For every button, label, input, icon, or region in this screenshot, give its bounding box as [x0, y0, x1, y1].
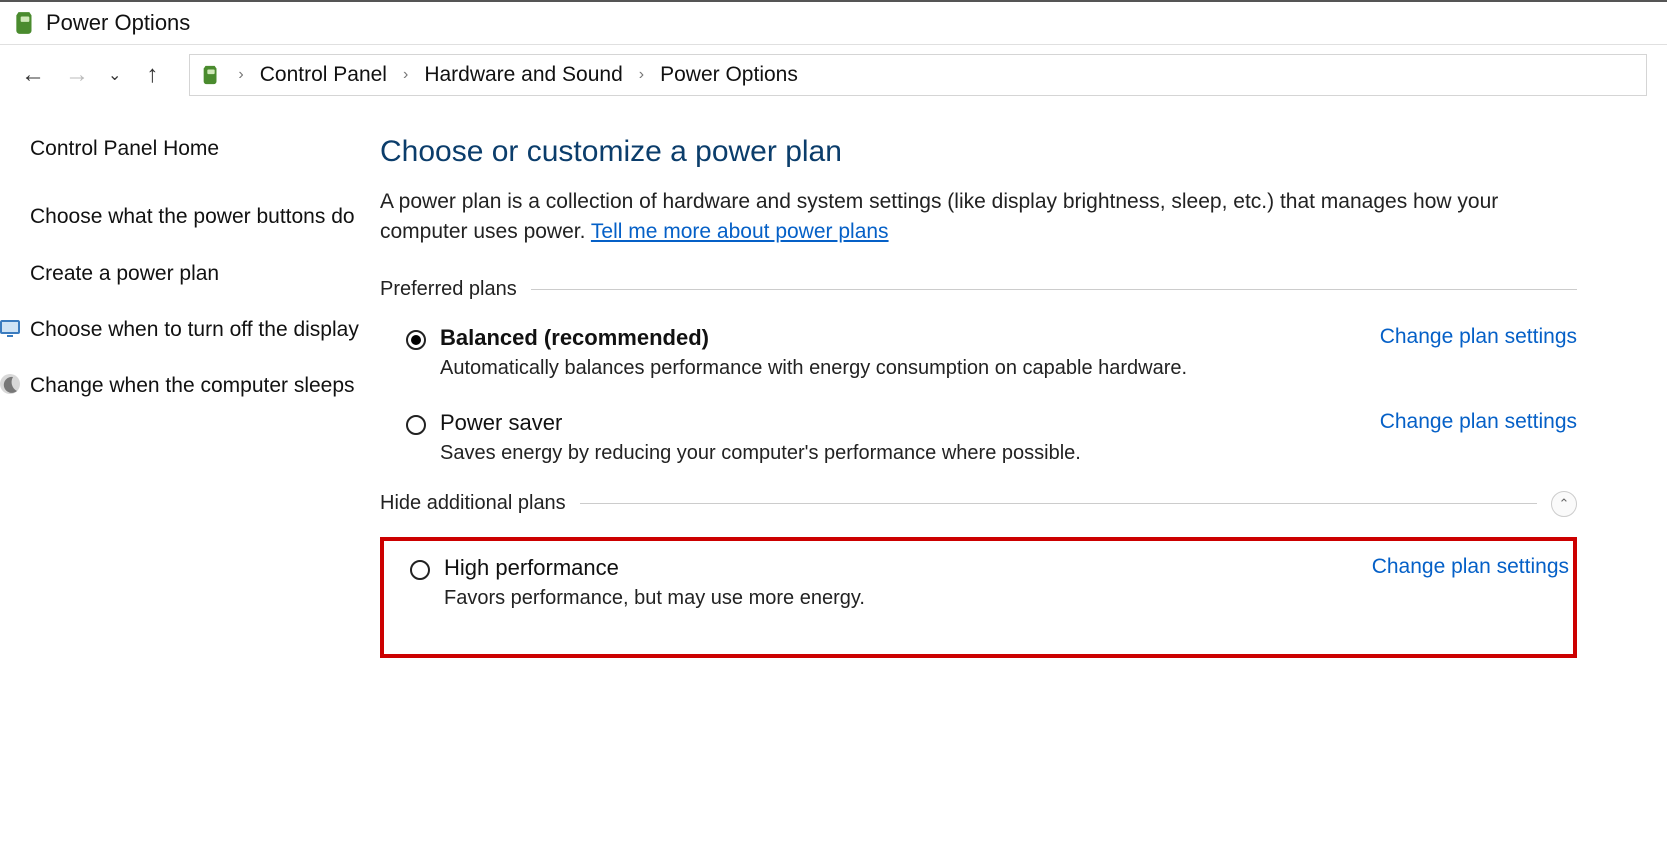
moon-icon — [0, 372, 22, 396]
chevron-right-icon: › — [403, 66, 408, 84]
sidebar-item-label: Choose when to turn off the display — [30, 316, 359, 344]
titlebar: Power Options — [0, 0, 1667, 45]
description-text: A power plan is a collection of hardware… — [380, 190, 1498, 243]
section-label: Hide additional plans — [380, 492, 566, 515]
power-options-icon — [12, 10, 38, 36]
sidebar-item-label: Change when the computer sleeps — [30, 372, 355, 400]
additional-plans-header: Hide additional plans ⌃ — [380, 491, 1577, 517]
plan-description: Automatically balances performance with … — [440, 357, 1360, 380]
radio-power-saver[interactable] — [406, 415, 426, 435]
nav-back-button[interactable]: ← — [20, 61, 46, 89]
nav-history-dropdown[interactable]: ⌄ — [108, 65, 121, 85]
window-title: Power Options — [46, 10, 190, 36]
chevron-right-icon: › — [238, 66, 243, 84]
sidebar-home-link[interactable]: Control Panel Home — [30, 135, 360, 163]
radio-high-performance[interactable] — [410, 560, 430, 580]
sidebar-link-display-off[interactable]: Choose when to turn off the display — [0, 316, 360, 344]
radio-balanced[interactable] — [406, 330, 426, 350]
change-plan-link[interactable]: Change plan settings — [1380, 325, 1577, 349]
breadcrumb-item[interactable]: Power Options — [656, 63, 802, 87]
divider — [531, 289, 1577, 290]
breadcrumb-bar[interactable]: › Control Panel › Hardware and Sound › P… — [189, 54, 1647, 96]
plan-title: Balanced (recommended) — [440, 325, 1360, 351]
plan-power-saver: Power saver Saves energy by reducing you… — [380, 406, 1577, 491]
plan-high-performance: High performance Favors performance, but… — [388, 551, 1569, 614]
change-plan-link[interactable]: Change plan settings — [1380, 410, 1577, 434]
nav-up-button[interactable]: ↑ — [139, 61, 165, 89]
sidebar-item-label: Control Panel Home — [30, 135, 219, 163]
nav-forward-button[interactable]: → — [64, 61, 90, 89]
sidebar-link-power-buttons[interactable]: Choose what the power buttons do — [30, 203, 360, 231]
chevron-right-icon: › — [639, 66, 644, 84]
preferred-plans-header: Preferred plans — [380, 278, 1577, 301]
sidebar-item-label: Choose what the power buttons do — [30, 203, 355, 231]
change-plan-link[interactable]: Change plan settings — [1372, 555, 1569, 579]
collapse-button[interactable]: ⌃ — [1551, 491, 1577, 517]
page-heading: Choose or customize a power plan — [380, 135, 1577, 169]
section-label: Preferred plans — [380, 278, 517, 301]
sidebar-link-create-plan[interactable]: Create a power plan — [30, 260, 360, 288]
breadcrumb-item[interactable]: Control Panel — [256, 63, 391, 87]
plan-title: High performance — [444, 555, 1352, 581]
breadcrumb-item[interactable]: Hardware and Sound — [420, 63, 626, 87]
page-description: A power plan is a collection of hardware… — [380, 187, 1577, 248]
plan-balanced: Balanced (recommended) Automatically bal… — [380, 321, 1577, 406]
sidebar-item-label: Create a power plan — [30, 260, 219, 288]
monitor-icon — [0, 316, 22, 340]
main-area: Control Panel Home Choose what the power… — [0, 105, 1667, 658]
sidebar-link-sleep[interactable]: Change when the computer sleeps — [0, 372, 360, 400]
sidebar: Control Panel Home Choose what the power… — [30, 135, 380, 658]
content-area: Choose or customize a power plan A power… — [380, 135, 1637, 658]
plan-description: Favors performance, but may use more ene… — [444, 587, 1352, 610]
plan-title: Power saver — [440, 410, 1360, 436]
plan-description: Saves energy by reducing your computer's… — [440, 442, 1360, 465]
more-info-link[interactable]: Tell me more about power plans — [591, 220, 889, 243]
breadcrumb-icon — [200, 64, 222, 86]
highlighted-plan-box: High performance Favors performance, but… — [380, 537, 1577, 658]
nav-row: ← → ⌄ ↑ › Control Panel › Hardware and S… — [0, 45, 1667, 105]
chevron-up-icon: ⌃ — [1559, 496, 1570, 512]
divider — [580, 503, 1537, 504]
